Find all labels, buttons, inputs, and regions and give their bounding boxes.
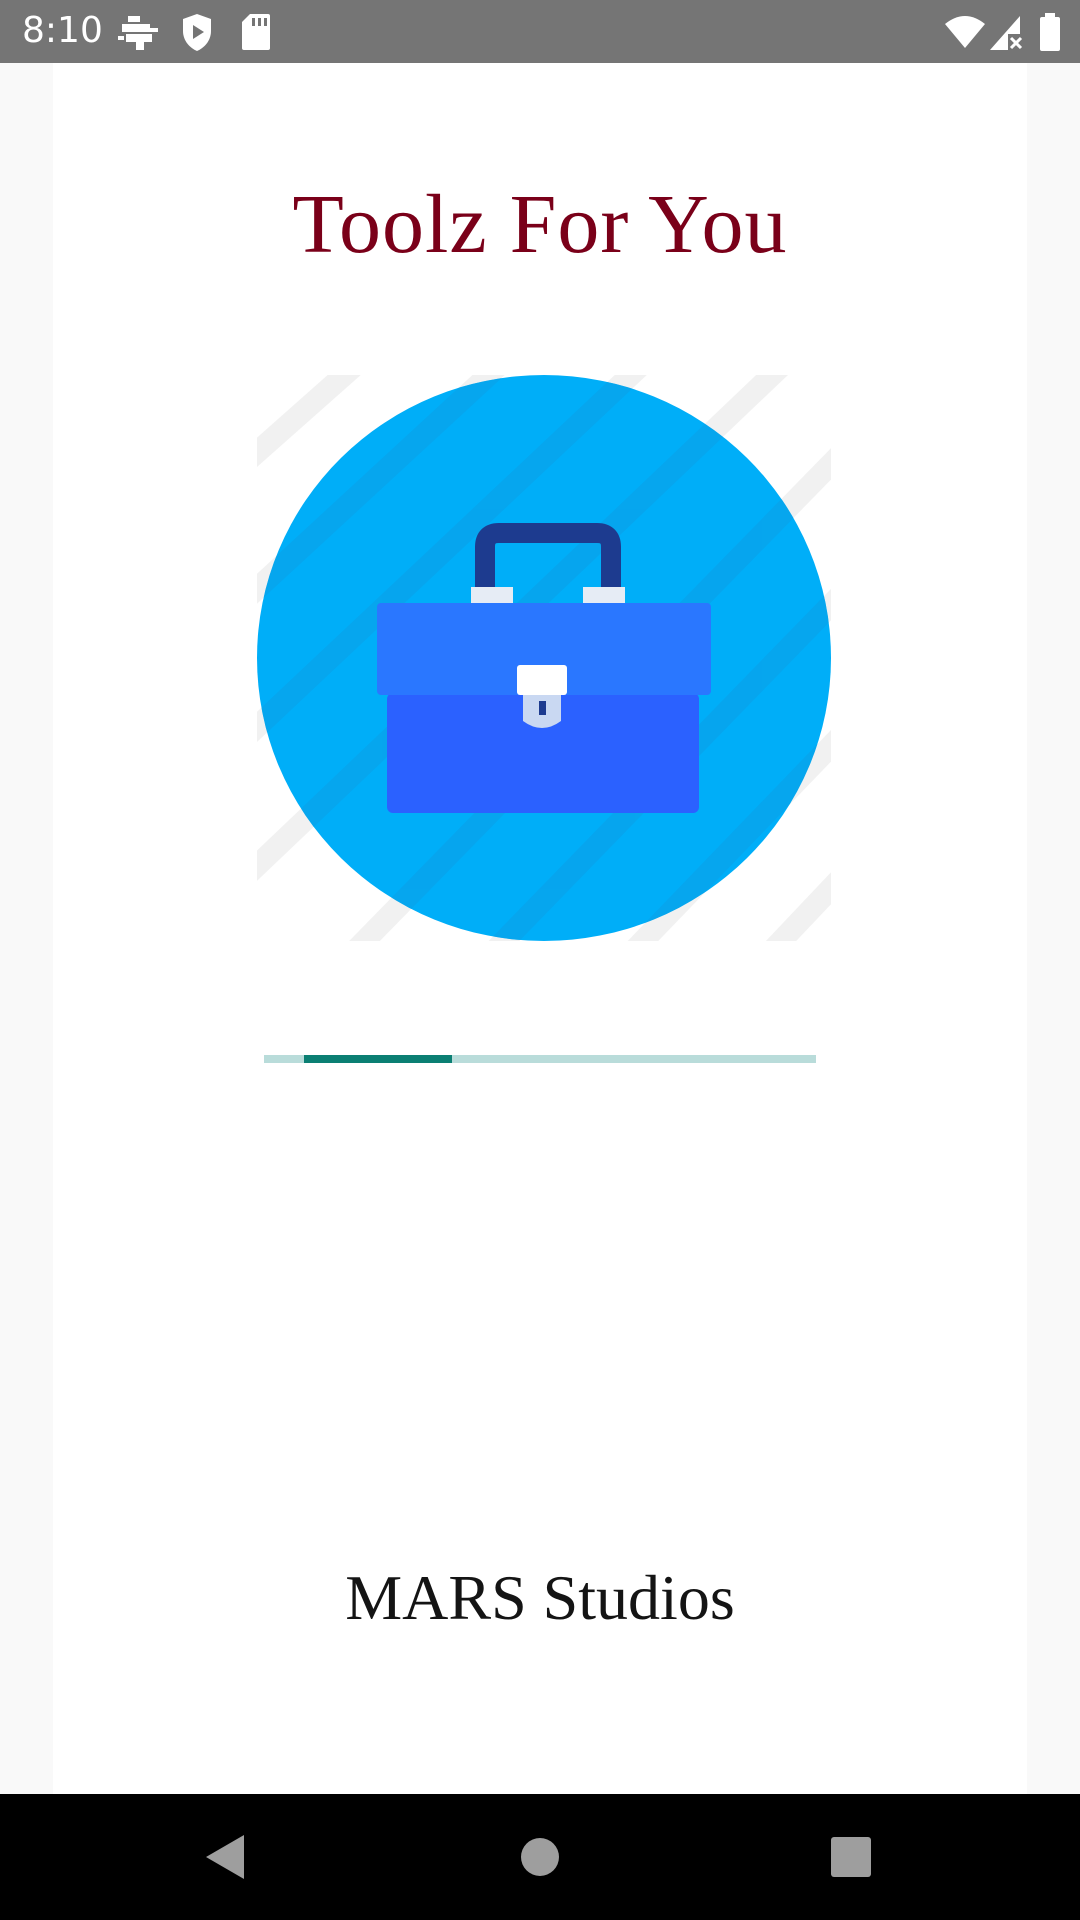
status-time: 8:10 — [22, 10, 103, 51]
splash-screen: Toolz For You MARS Studios — [53, 63, 1027, 1794]
app-title: Toolz For You — [292, 178, 788, 271]
studio-name: MARS Studios — [345, 1562, 735, 1633]
progress-indicator — [304, 1055, 452, 1063]
sd-card-icon — [242, 14, 270, 50]
cellular-no-data-icon — [990, 16, 1023, 50]
back-icon[interactable] — [190, 1821, 262, 1893]
home-icon[interactable] — [504, 1821, 576, 1893]
toolbox-icon — [257, 375, 831, 941]
status-bar: 8:10 — [0, 0, 1080, 63]
loading-progress-bar — [264, 1055, 816, 1063]
navigation-bar — [0, 1794, 1080, 1920]
battery-icon — [1040, 13, 1060, 51]
recents-icon[interactable] — [815, 1821, 887, 1893]
shield-icon — [183, 14, 211, 51]
wifi-icon — [945, 16, 985, 48]
usb-debug-icon — [118, 16, 158, 50]
